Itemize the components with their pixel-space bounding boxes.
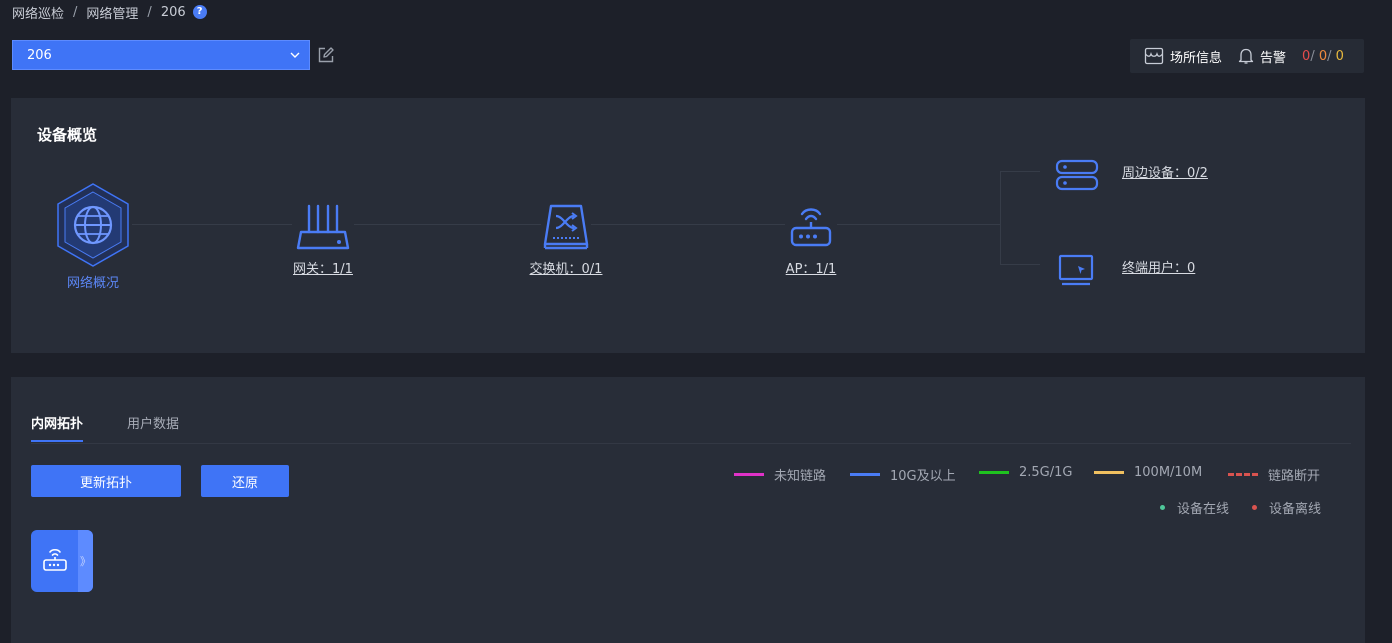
restore-button[interactable]: 还原 xyxy=(201,465,289,497)
connector-line xyxy=(1000,171,1001,264)
peripheral-devices-label[interactable]: 周边设备：0/2 xyxy=(1122,162,1208,181)
legend-label: 设备在线 xyxy=(1177,502,1230,517)
ap-label[interactable]: AP：1/1 xyxy=(786,258,837,277)
ap-icon xyxy=(43,548,67,571)
legend-label: 100M/10M xyxy=(1134,465,1203,480)
legend-swatch xyxy=(1094,471,1124,474)
router-icon xyxy=(292,202,354,254)
tab-user-data[interactable]: 用户数据 xyxy=(127,413,179,432)
switch-device[interactable]: 交换机：0/1 xyxy=(516,202,616,277)
topology-node-ap[interactable]: 》 xyxy=(31,530,93,592)
overview-title: 设备概览 xyxy=(37,126,98,144)
breadcrumb-current: 206 xyxy=(160,4,186,20)
node-expand-handle[interactable]: 》 xyxy=(78,530,93,592)
network-overview-label: 网络概况 xyxy=(66,276,119,291)
gateway-device[interactable]: 网关：1/1 xyxy=(273,202,373,277)
legend-label: 未知链路 xyxy=(774,469,827,484)
topology-panel: 内网拓扑 用户数据 更新拓扑 还原 未知链路 10G及以上 2.5G/1G 10… xyxy=(11,377,1365,643)
update-topology-button[interactable]: 更新拓扑 xyxy=(31,465,181,497)
site-info-button[interactable]: 场所信息 xyxy=(1144,47,1222,66)
device-overview-panel: 设备概览 网络概况 网关：1/1 交换机：0/1 AP：1/1 周边设备：0/2… xyxy=(11,98,1365,353)
count-separator: / xyxy=(1310,48,1315,64)
edit-icon[interactable] xyxy=(317,46,335,64)
alarm-count-major: 0 xyxy=(1318,48,1328,64)
count-separator: / xyxy=(1327,48,1332,64)
topology-tabs: 内网拓扑 用户数据 xyxy=(31,411,1351,444)
gateway-label[interactable]: 网关：1/1 xyxy=(293,258,353,277)
switch-label[interactable]: 交换机：0/1 xyxy=(530,258,603,277)
breadcrumb-network-inspection[interactable]: 网络巡检 xyxy=(12,3,64,22)
globe-icon xyxy=(54,182,132,268)
legend-swatch xyxy=(979,471,1009,474)
legend-swatch xyxy=(1228,473,1258,476)
alarm-counts: 0/ 0/ 0 xyxy=(1302,49,1344,64)
connector-line xyxy=(1000,264,1040,265)
store-icon xyxy=(1144,47,1164,65)
terminal-users-label[interactable]: 终端用户：0 xyxy=(1122,257,1195,276)
breadcrumb: 网络巡检 / 网络管理 / 206 ? xyxy=(12,3,207,22)
site-select[interactable]: 206 xyxy=(12,40,310,70)
legend-swatch xyxy=(850,473,880,476)
server-icon xyxy=(1055,159,1099,191)
breadcrumb-separator: / xyxy=(73,4,78,20)
alarm-label: 告警 xyxy=(1260,50,1287,66)
network-overview[interactable]: 网络概况 xyxy=(48,182,138,291)
site-info-label: 场所信息 xyxy=(1170,50,1223,66)
legend-2-5g-link: 2.5G/1G xyxy=(979,465,1072,480)
legend-label: 设备离线 xyxy=(1269,502,1322,517)
legend-unknown-link: 未知链路 xyxy=(734,465,826,484)
legend-swatch xyxy=(734,473,764,476)
monitor-icon xyxy=(1058,254,1094,286)
connector-line xyxy=(1000,171,1040,172)
header-info-bar: 场所信息 告警 0/ 0/ 0 xyxy=(1130,39,1364,73)
tab-intranet-topology[interactable]: 内网拓扑 xyxy=(31,413,84,442)
alarm-count-minor: 0 xyxy=(1335,48,1344,64)
switch-icon xyxy=(541,202,591,254)
legend-dot xyxy=(1252,505,1257,510)
legend-dot xyxy=(1160,505,1165,510)
legend-100m-link: 100M/10M xyxy=(1094,465,1202,480)
ap-icon xyxy=(785,202,837,254)
breadcrumb-separator: / xyxy=(147,4,152,20)
legend-label: 10G及以上 xyxy=(890,469,956,484)
legend-label: 2.5G/1G xyxy=(1019,465,1073,480)
legend-device-offline: 设备离线 xyxy=(1252,498,1321,517)
legend-label: 链路断开 xyxy=(1268,469,1321,484)
alarm-button[interactable]: 告警 xyxy=(1238,47,1286,66)
breadcrumb-network-management[interactable]: 网络管理 xyxy=(86,3,138,22)
bell-icon xyxy=(1238,48,1254,64)
ap-device[interactable]: AP：1/1 xyxy=(761,202,861,277)
chevron-down-icon xyxy=(290,52,300,58)
legend-10g-link: 10G及以上 xyxy=(850,465,956,484)
legend-device-online: 设备在线 xyxy=(1160,498,1229,517)
legend-link-down: 链路断开 xyxy=(1228,465,1320,484)
help-icon[interactable]: ? xyxy=(192,5,207,19)
site-select-value: 206 xyxy=(27,47,52,63)
